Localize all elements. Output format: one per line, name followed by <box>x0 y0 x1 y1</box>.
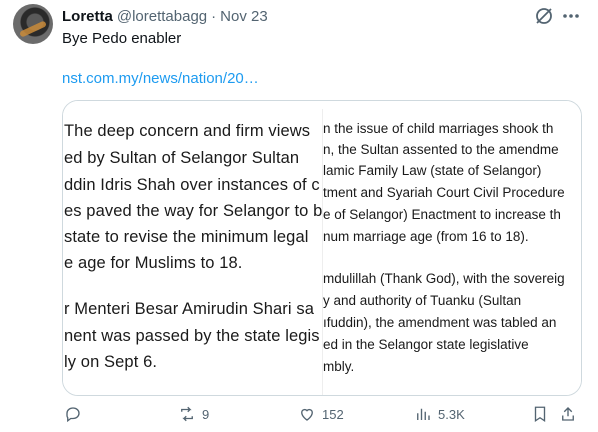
repost-icon <box>181 406 193 422</box>
repost-count: 9 <box>202 406 210 422</box>
article-link[interactable]: nst.com.my/news/nation/20… <box>62 69 259 89</box>
more-icon[interactable] <box>560 6 582 26</box>
like-count: 152 <box>322 406 344 422</box>
meta-separator: · <box>211 7 217 25</box>
tweet-header: Loretta @lorettabagg · Nov 23 <box>62 6 578 26</box>
author-handle[interactable]: @lorettabagg <box>117 8 207 25</box>
bookmark-icon <box>534 406 546 423</box>
right-line: mdulillah (Thank God), with the sovereig <box>323 271 565 286</box>
right-line: n the issue of child marriages shook th <box>323 121 554 136</box>
right-line: e of Selangor) Enactment to increase th <box>323 207 561 222</box>
left-line: ly on Sept 6. <box>64 353 158 371</box>
left-line: es paved the way for Selangor to b <box>64 202 323 220</box>
share-icon <box>562 407 574 421</box>
bookmark-button[interactable] <box>531 402 549 426</box>
left-line: r Menteri Besar Amirudin Shari sa <box>64 300 314 318</box>
left-line: nent was passed by the state legis <box>64 327 320 345</box>
right-line: ed in the Selangor state legislative <box>323 337 529 352</box>
views-icon <box>417 408 430 420</box>
right-line: y and authority of Tuanku (Sultan <box>323 293 522 308</box>
tweet-actions: 9 152 5.3K <box>62 402 582 426</box>
right-line: num marriage age (from 16 to 18). <box>323 229 529 244</box>
tweet-text: Bye Pedo enabler <box>62 30 182 47</box>
author-name[interactable]: Loretta <box>62 8 113 25</box>
reply-button[interactable] <box>64 402 88 426</box>
grok-icon[interactable] <box>534 6 554 26</box>
views-count: 5.3K <box>438 406 465 422</box>
right-line: tment and Syariah Court Civil Procedure <box>323 185 565 200</box>
avatar[interactable] <box>13 4 53 44</box>
like-button[interactable]: 152 <box>298 402 344 426</box>
left-line: e age for Muslims to 18. <box>64 254 243 272</box>
image-card[interactable]: The deep concern and firm views ed by Su… <box>62 100 582 396</box>
right-line: ıfuddin), the amendment was tabled an <box>323 315 557 330</box>
screenshot-right: n the issue of child marriages shook th … <box>323 101 581 395</box>
tweet-date[interactable]: Nov 23 <box>220 8 268 25</box>
left-line: state to revise the minimum legal <box>64 228 309 246</box>
like-icon <box>301 408 313 421</box>
share-button[interactable] <box>559 402 577 426</box>
views-button[interactable]: 5.3K <box>414 402 465 426</box>
left-line: The deep concern and firm views <box>64 122 311 140</box>
reply-icon <box>66 407 80 423</box>
right-line: mbly. <box>323 359 355 374</box>
screenshot-left: The deep concern and firm views ed by Su… <box>63 101 323 395</box>
right-line: n, the Sultan assented to the amendme <box>323 142 559 157</box>
left-line: ed by Sultan of Selangor Sultan <box>64 149 300 167</box>
right-line: lamic Family Law (state of Selangor) <box>323 163 542 178</box>
left-line: ddin Idris Shah over instances of c <box>64 176 320 194</box>
repost-button[interactable]: 9 <box>178 402 209 426</box>
